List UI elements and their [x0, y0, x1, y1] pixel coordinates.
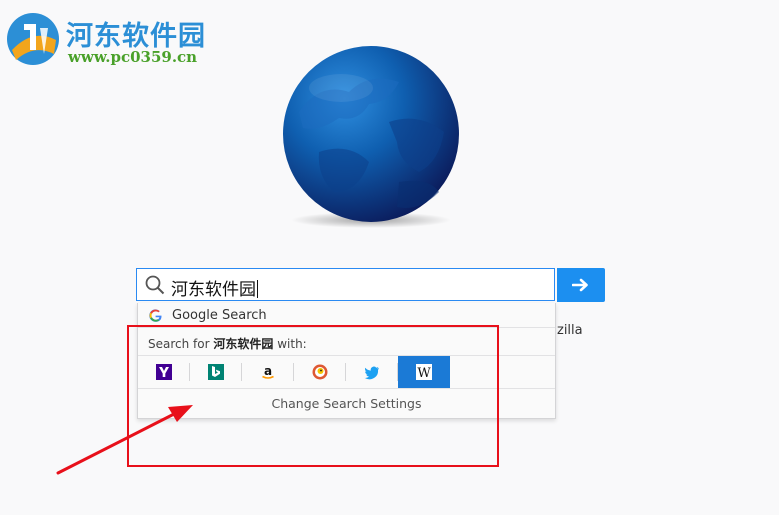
- background-text: zilla: [557, 323, 583, 338]
- amazon-icon: a: [260, 364, 276, 380]
- google-icon: [149, 309, 162, 322]
- engine-twitter-button[interactable]: [346, 356, 398, 388]
- bing-icon: [208, 364, 224, 380]
- engine-duckduckgo-button[interactable]: [294, 356, 346, 388]
- watermark-logo-icon: [7, 13, 59, 65]
- search-go-button[interactable]: [557, 268, 605, 302]
- engine-yahoo-button[interactable]: [138, 356, 190, 388]
- watermark-url: www.pc0359.cn: [68, 48, 198, 66]
- search-for-suffix: with:: [277, 337, 307, 351]
- engine-amazon-button[interactable]: a: [242, 356, 294, 388]
- search-icon: [145, 275, 165, 295]
- one-off-engines: a W: [138, 356, 555, 388]
- search-for-label: Search for 河东软件园 with:: [148, 335, 307, 352]
- suggestion-google-search[interactable]: Google Search: [138, 303, 555, 327]
- wikipedia-icon: W: [416, 364, 432, 380]
- search-suggestions-dropdown: Google Search Search for 河东软件园 with: a W…: [137, 303, 556, 419]
- change-search-settings-button[interactable]: Change Search Settings: [138, 388, 555, 418]
- right-arrow-icon: [572, 278, 588, 292]
- search-value: 河东软件园: [171, 280, 258, 300]
- search-for-term: 河东软件园: [213, 337, 274, 351]
- divider: [138, 327, 555, 328]
- watermark: 河东软件园 www.pc0359.cn: [4, 8, 244, 70]
- globe-logo-icon: [283, 46, 459, 228]
- search-input[interactable]: 河东软件园: [136, 268, 555, 301]
- svg-text:W: W: [417, 366, 431, 380]
- engine-wikipedia-button[interactable]: W: [398, 356, 450, 388]
- engine-bing-button[interactable]: [190, 356, 242, 388]
- svg-text:a: a: [264, 364, 272, 378]
- search-for-prefix: Search for: [148, 337, 210, 351]
- twitter-icon: [364, 364, 380, 380]
- yahoo-icon: [156, 364, 172, 380]
- text-caret: [257, 280, 258, 298]
- duckduckgo-icon: [312, 364, 328, 380]
- suggestion-label: Google Search: [172, 308, 267, 323]
